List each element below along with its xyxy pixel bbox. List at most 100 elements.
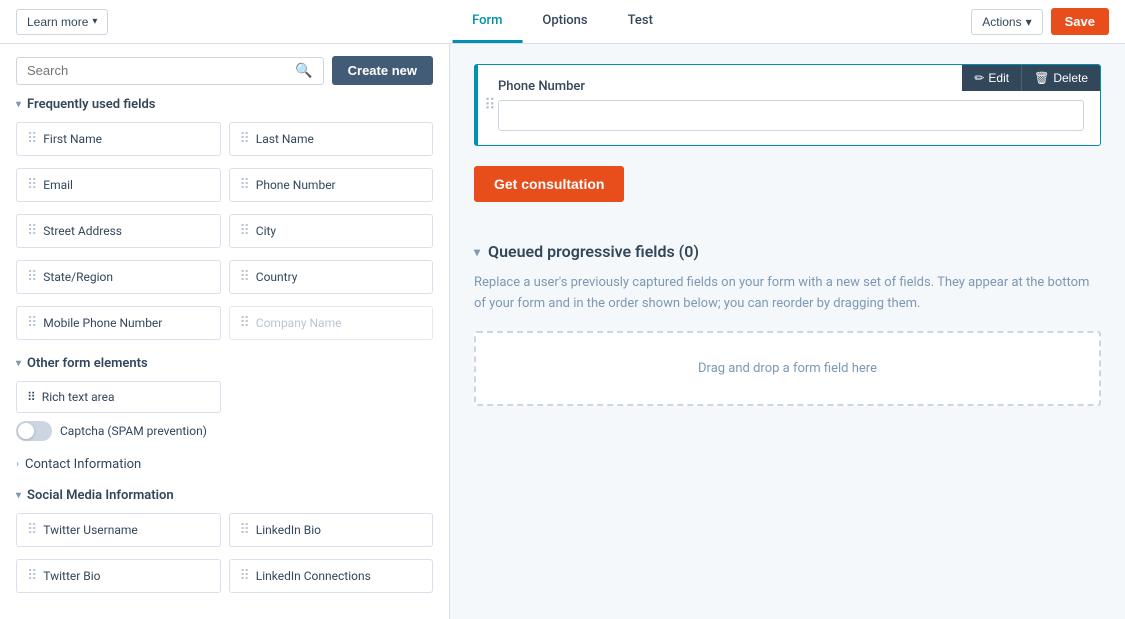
edit-button[interactable]: ✏ Edit [962,65,1021,91]
contact-information-chevron-icon: › [16,459,19,470]
rich-text-area-label: Rich text area [42,390,115,404]
contact-information-label: Contact Information [25,457,141,472]
top-bar: Learn more ▾ Form Options Test Actions ▾… [0,0,1125,44]
field-linkedin-bio[interactable]: ⠿ LinkedIn Bio [229,513,434,547]
actions-label: Actions [982,15,1021,29]
drag-handle-icon: ⠿ [240,568,250,584]
create-new-button[interactable]: Create new [332,56,433,85]
learn-more-label: Learn more [27,15,88,29]
drag-handle-icon: ⠿ [27,390,36,404]
field-twitter-bio-label: Twitter Bio [43,569,100,583]
fields-row-4: ⠿ State/Region ⠿ Country [16,260,433,294]
phone-number-field-block: ✏ Edit 🗑 Delete ⠿ Phone Number [474,64,1101,146]
fields-row-5: ⠿ Mobile Phone Number ⠿ Company Name [16,306,433,340]
field-phone-number[interactable]: ⠿ Phone Number [229,168,434,202]
field-rich-text-area[interactable]: ⠿ Rich text area [16,381,221,413]
field-linkedin-connections-label: LinkedIn Connections [256,569,371,583]
learn-more-button[interactable]: Learn more ▾ [16,9,108,35]
field-block-actions: ✏ Edit 🗑 Delete [962,65,1100,91]
drag-handle-icon: ⠿ [27,269,37,285]
queued-section: ▾ Queued progressive fields (0) Replace … [450,222,1125,426]
contact-information-header[interactable]: › Contact Information [16,457,433,472]
save-button[interactable]: Save [1051,8,1109,35]
other-form-elements-chevron-icon: ▾ [16,358,21,369]
field-email[interactable]: ⠿ Email [16,168,221,202]
field-city[interactable]: ⠿ City [229,214,434,248]
form-preview: ✏ Edit 🗑 Delete ⠿ Phone Number Get consu… [450,44,1125,222]
social-media-header[interactable]: ▾ Social Media Information [16,488,433,503]
drag-handle-icon: ⠿ [240,131,250,147]
drag-handle-icon: ⠿ [240,269,250,285]
field-last-name-label: Last Name [256,132,314,146]
submit-button[interactable]: Get consultation [474,166,624,202]
drag-handle-icon: ⠿ [27,177,37,193]
drag-handle-icon: ⠿ [27,131,37,147]
top-bar-left: Learn more ▾ [16,9,108,35]
captcha-row: Captcha (SPAM prevention) [16,421,433,441]
drag-handle-icon: ⠿ [27,223,37,239]
fields-row-3: ⠿ Street Address ⠿ City [16,214,433,248]
frequently-used-section: ▾ Frequently used fields ⠿ First Name ⠿ … [16,97,433,340]
frequently-used-header[interactable]: ▾ Frequently used fields [16,97,433,112]
tab-test[interactable]: Test [608,1,673,43]
other-form-elements-header[interactable]: ▾ Other form elements [16,356,433,371]
actions-chevron-icon: ▾ [1026,15,1032,29]
fields-row-1: ⠿ First Name ⠿ Last Name [16,122,433,156]
field-street-address[interactable]: ⠿ Street Address [16,214,221,248]
drop-zone[interactable]: Drag and drop a form field here [474,331,1101,406]
tab-options[interactable]: Options [522,1,607,43]
field-company-name-label: Company Name [256,316,342,330]
captcha-label: Captcha (SPAM prevention) [60,424,207,438]
drag-handle-icon: ⠿ [240,522,250,538]
tab-form[interactable]: Form [452,1,522,43]
field-first-name[interactable]: ⠿ First Name [16,122,221,156]
field-mobile-phone-label: Mobile Phone Number [43,316,162,330]
social-media-chevron-icon: ▾ [16,490,21,501]
search-input[interactable] [27,63,295,78]
top-bar-right: Actions ▾ Save [971,8,1109,35]
field-first-name-label: First Name [43,132,102,146]
social-media-section: ▾ Social Media Information ⠿ Twitter Use… [16,488,433,593]
queued-header-label: Queued progressive fields (0) [488,242,699,261]
field-company-name[interactable]: ⠿ Company Name [229,306,434,340]
captcha-toggle[interactable] [16,421,52,441]
queued-description: Replace a user's previously captured fie… [474,273,1101,315]
field-country[interactable]: ⠿ Country [229,260,434,294]
frequently-used-label: Frequently used fields [27,97,155,112]
queued-header: ▾ Queued progressive fields (0) [474,242,1101,261]
field-street-address-label: Street Address [43,224,122,238]
field-twitter-username[interactable]: ⠿ Twitter Username [16,513,221,547]
field-last-name[interactable]: ⠿ Last Name [229,122,434,156]
other-form-elements-section: ▾ Other form elements ⠿ Rich text area C… [16,356,433,441]
actions-button[interactable]: Actions ▾ [971,9,1042,35]
field-twitter-bio[interactable]: ⠿ Twitter Bio [16,559,221,593]
phone-number-field-input[interactable] [498,100,1084,131]
queued-chevron-icon[interactable]: ▾ [474,245,480,259]
delete-label: Delete [1053,71,1088,85]
trash-icon: 🗑 [1034,71,1049,85]
tab-navigation: Form Options Test [452,1,673,43]
field-state-region[interactable]: ⠿ State/Region [16,260,221,294]
drop-zone-text: Drag and drop a form field here [698,361,877,376]
other-form-elements-label: Other form elements [27,356,148,371]
field-state-region-label: State/Region [43,270,113,284]
field-twitter-username-label: Twitter Username [43,523,137,537]
field-linkedin-connections[interactable]: ⠿ LinkedIn Connections [229,559,434,593]
field-mobile-phone[interactable]: ⠿ Mobile Phone Number [16,306,221,340]
drag-handle-icon: ⠿ [240,177,250,193]
frequently-used-chevron-icon: ▾ [16,99,21,110]
edit-label: Edit [988,71,1009,85]
social-fields-row-1: ⠿ Twitter Username ⠿ LinkedIn Bio [16,513,433,547]
sidebar: 🔍 Create new ▾ Frequently used fields ⠿ … [0,44,450,619]
field-drag-handle-icon: ⠿ [484,97,496,113]
field-country-label: Country [256,270,298,284]
contact-information-section: › Contact Information [16,457,433,472]
field-linkedin-bio-label: LinkedIn Bio [256,523,321,537]
delete-button[interactable]: 🗑 Delete [1021,65,1100,91]
fields-row-2: ⠿ Email ⠿ Phone Number [16,168,433,202]
search-input-wrapper: 🔍 [16,57,324,85]
social-fields-row-2: ⠿ Twitter Bio ⠿ LinkedIn Connections [16,559,433,593]
search-icon: 🔍 [295,63,312,79]
drag-handle-icon: ⠿ [27,315,37,331]
drag-handle-icon: ⠿ [27,522,37,538]
